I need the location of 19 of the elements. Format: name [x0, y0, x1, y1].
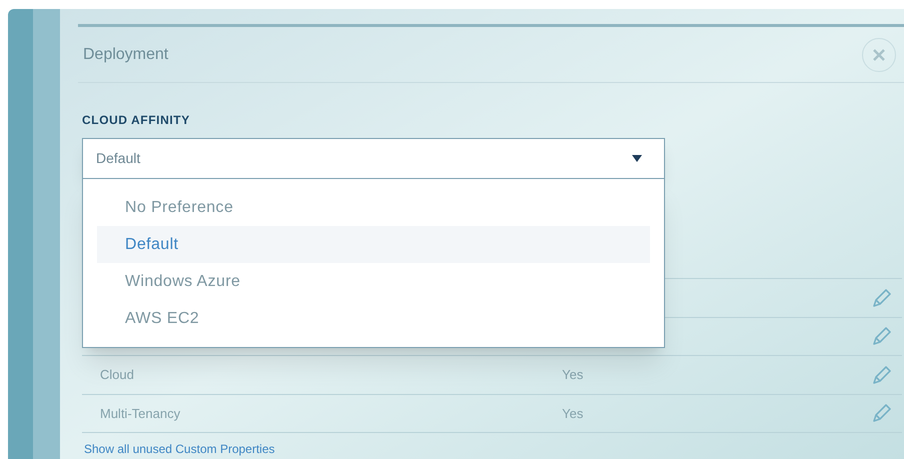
- field-label: CLOUD AFFINITY: [82, 112, 191, 129]
- property-name: Cloud: [100, 366, 135, 384]
- pencil-icon[interactable]: [872, 326, 892, 346]
- dropdown-option[interactable]: No Preference: [97, 189, 650, 226]
- dropdown-option[interactable]: AWS EC2: [97, 300, 650, 337]
- close-button[interactable]: [862, 38, 896, 72]
- select-field[interactable]: Default: [82, 138, 665, 179]
- pencil-icon[interactable]: [872, 403, 892, 424]
- dropdown-option[interactable]: Windows Azure: [97, 263, 650, 300]
- property-value: Yes: [562, 366, 584, 384]
- pencil-icon[interactable]: [872, 364, 892, 385]
- caret-icon: [632, 155, 642, 162]
- pencil-icon[interactable]: [872, 288, 892, 308]
- dropdown-option[interactable]: Default: [97, 226, 650, 263]
- property-value: Yes: [562, 404, 584, 422]
- show-properties-link[interactable]: Show all unused Custom Properties: [84, 442, 275, 456]
- property-name: Multi-Tenancy: [100, 404, 182, 423]
- close-icon: [873, 48, 885, 60]
- panel-title: Deployment: [82, 44, 168, 64]
